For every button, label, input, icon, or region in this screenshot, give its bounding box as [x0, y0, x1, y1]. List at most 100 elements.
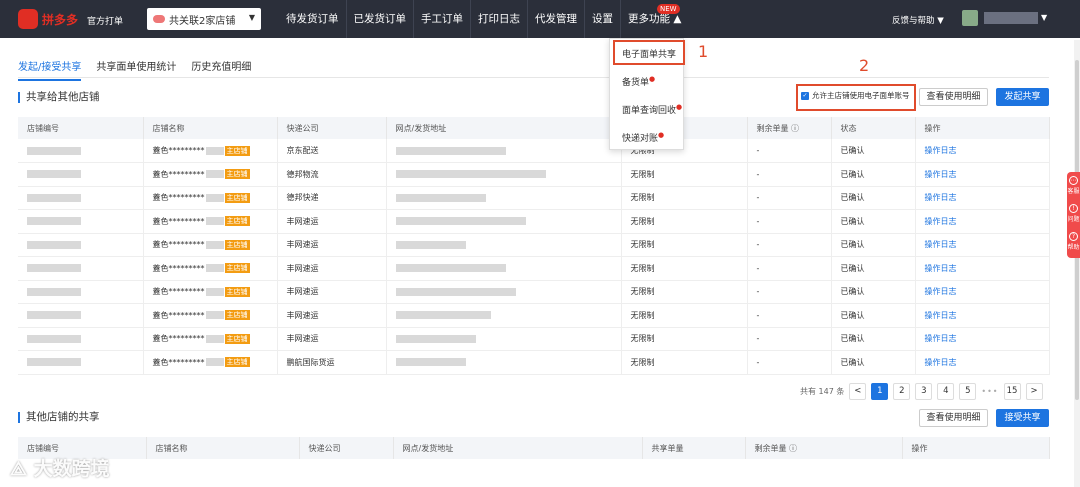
annotation-box-2 — [796, 84, 916, 111]
logo-subtitle: 官方打单 — [87, 17, 124, 27]
shop-name-cell: 蓋色********* 主店铺 — [143, 280, 278, 304]
col-actions: 操作 — [915, 117, 1050, 139]
nav-manual-orders[interactable]: 手工订单 — [414, 0, 471, 38]
pagination: 共有 147 条 < 1 2 3 4 5 ••• 15 > — [800, 383, 1043, 400]
watermark: ⟁ 大数跨境 — [10, 454, 110, 481]
caret-up-icon: ▲ — [673, 13, 682, 25]
menu-item-waybill-recycle[interactable]: 面单查询回收● — [610, 103, 685, 116]
shop-name: 蓋色********* — [152, 193, 205, 203]
main-shop-tag: 主店铺 — [224, 357, 250, 368]
main-shop-tag: 主店铺 — [224, 310, 250, 321]
red-dot-icon: ● — [649, 75, 656, 83]
share-in-table: 店铺编号 店铺名称 快递公司 网点/发货地址 共享单量 剩余单量 ⓘ 操作 — [18, 437, 1050, 459]
table-header-row: 店铺编号 店铺名称 快递公司 网点/发货地址 共享单量 剩余单量 ⓘ 操作 — [18, 437, 1050, 459]
shop-id-blurred — [18, 327, 144, 351]
share-count-cell: 无限制 — [621, 303, 748, 328]
address-blurred — [386, 186, 622, 210]
shop-id-blurred — [18, 209, 144, 234]
page-5[interactable]: 5 — [959, 383, 977, 400]
operation-log-link[interactable]: 操作日志 — [915, 256, 1050, 281]
nav-print-log[interactable]: 打印日志 — [471, 0, 528, 38]
operation-log-link[interactable]: 操作日志 — [915, 139, 1050, 163]
page-4[interactable]: 4 — [937, 383, 955, 400]
remaining-cell: - — [747, 186, 832, 210]
shop-name-cell: 蓋色********* 主店铺 — [143, 209, 278, 234]
operation-log-link[interactable]: 操作日志 — [915, 303, 1050, 328]
new-badge: NEW — [657, 4, 680, 14]
view-usage-detail-button-2[interactable]: 查看使用明细 — [919, 409, 988, 427]
nav-dropship[interactable]: 代发管理 — [528, 0, 585, 38]
view-usage-detail-button[interactable]: 查看使用明细 — [919, 88, 988, 106]
side-issues[interactable]: ! 问题 — [1067, 204, 1080, 223]
operation-log-link[interactable]: 操作日志 — [915, 350, 1050, 375]
operation-log-link[interactable]: 操作日志 — [915, 233, 1050, 257]
share-count-cell: 无限制 — [621, 327, 748, 351]
remaining-cell: - — [747, 280, 832, 304]
nav-settings[interactable]: 设置 — [585, 0, 621, 38]
shop-id-blurred — [18, 350, 144, 375]
operation-log-link[interactable]: 操作日志 — [915, 327, 1050, 351]
watermark-text: 大数跨境 — [33, 458, 110, 480]
shop-name: 蓋色********* — [152, 310, 205, 320]
table-row: 蓋色********* 主店铺 丰网速运 无限制 - 已确认 操作日志 — [18, 233, 1050, 257]
nav-shipped-orders[interactable]: 已发货订单 — [347, 0, 414, 38]
prev-page-button[interactable]: < — [849, 383, 867, 400]
col-status: 状态 — [831, 117, 916, 139]
shop-select[interactable]: 共关联2家店铺 ▼ — [147, 8, 261, 30]
username-blurred[interactable] — [984, 12, 1038, 24]
courier-cell: 德邦快递 — [277, 186, 387, 210]
shop-name: 蓋色********* — [152, 263, 205, 273]
table-row: 蓋色********* 主店铺 丰网速运 无限制 - 已确认 操作日志 — [18, 256, 1050, 281]
remaining-cell: - — [747, 327, 832, 351]
status-cell: 已确认 — [831, 256, 916, 281]
side-customer-service[interactable]: ⋯ 客服 — [1067, 176, 1080, 195]
shop-name-cell: 蓋色********* 主店铺 — [143, 350, 278, 375]
table-header-row: 店铺编号 店铺名称 快递公司 网点/发货地址 共享单量 剩余单量 ⓘ 状态 操作 — [18, 117, 1050, 139]
status-cell: 已确认 — [831, 209, 916, 234]
initiate-share-button[interactable]: 发起共享 — [996, 88, 1049, 106]
page-2[interactable]: 2 — [893, 383, 911, 400]
page-1[interactable]: 1 — [871, 383, 889, 400]
shop-name-cell: 蓋色********* 主店铺 — [143, 303, 278, 328]
pdd-logo-icon — [18, 9, 38, 29]
status-cell: 已确认 — [831, 233, 916, 257]
table-row: 蓋色********* 主店铺 德邦快递 无限制 - 已确认 操作日志 — [18, 186, 1050, 210]
next-page-button[interactable]: > — [1025, 383, 1043, 400]
remaining-cell: - — [747, 256, 832, 281]
status-cell: 已确认 — [831, 162, 916, 187]
address-blurred — [386, 327, 622, 351]
accept-share-button[interactable]: 接受共享 — [996, 409, 1049, 427]
menu-item-label: 备货单 — [622, 78, 650, 88]
shop-select-label: 共关联2家店铺 — [169, 16, 236, 27]
alert-icon: ! — [1069, 204, 1078, 213]
courier-cell: 丰网速运 — [277, 233, 387, 257]
nav-pending-orders[interactable]: 待发货订单 — [279, 0, 347, 38]
shop-id-blurred — [18, 256, 144, 281]
operation-log-link[interactable]: 操作日志 — [915, 186, 1050, 210]
red-dot-icon: ● — [658, 131, 665, 139]
menu-item-courier-reconcile[interactable]: 快递对账● — [610, 131, 685, 144]
shop-name-cell: 蓋色********* 主店铺 — [143, 233, 278, 257]
shop-name: 蓋色********* — [152, 357, 205, 367]
operation-log-link[interactable]: 操作日志 — [915, 280, 1050, 304]
caret-down-icon[interactable]: ▼ — [1041, 13, 1047, 22]
operation-log-link[interactable]: 操作日志 — [915, 209, 1050, 234]
help-menu[interactable]: 反馈与帮助 ▼ — [892, 14, 944, 26]
shop-name: 蓋色********* — [152, 146, 205, 155]
annotation-number-2: 2 — [859, 56, 870, 75]
side-help[interactable]: ? 帮助 — [1067, 232, 1080, 251]
shop-name-cell: 蓋色********* 主店铺 — [143, 186, 278, 210]
col-remaining: 剩余单量 ⓘ — [747, 117, 832, 139]
page-ellipsis[interactable]: ••• — [981, 387, 998, 396]
operation-log-link[interactable]: 操作日志 — [915, 162, 1050, 187]
shop-id-blurred — [18, 303, 144, 328]
col-share-count: 共享单量 — [642, 437, 746, 459]
col-actions: 操作 — [902, 437, 1050, 459]
page-last[interactable]: 15 — [1003, 383, 1021, 400]
avatar[interactable] — [962, 10, 978, 26]
main-shop-tag: 主店铺 — [224, 239, 250, 250]
menu-item-stock-list[interactable]: 备货单● — [610, 75, 685, 88]
page-3[interactable]: 3 — [915, 383, 933, 400]
col-shop-name: 店铺名称 — [143, 117, 278, 139]
main-shop-tag: 主店铺 — [224, 169, 250, 180]
